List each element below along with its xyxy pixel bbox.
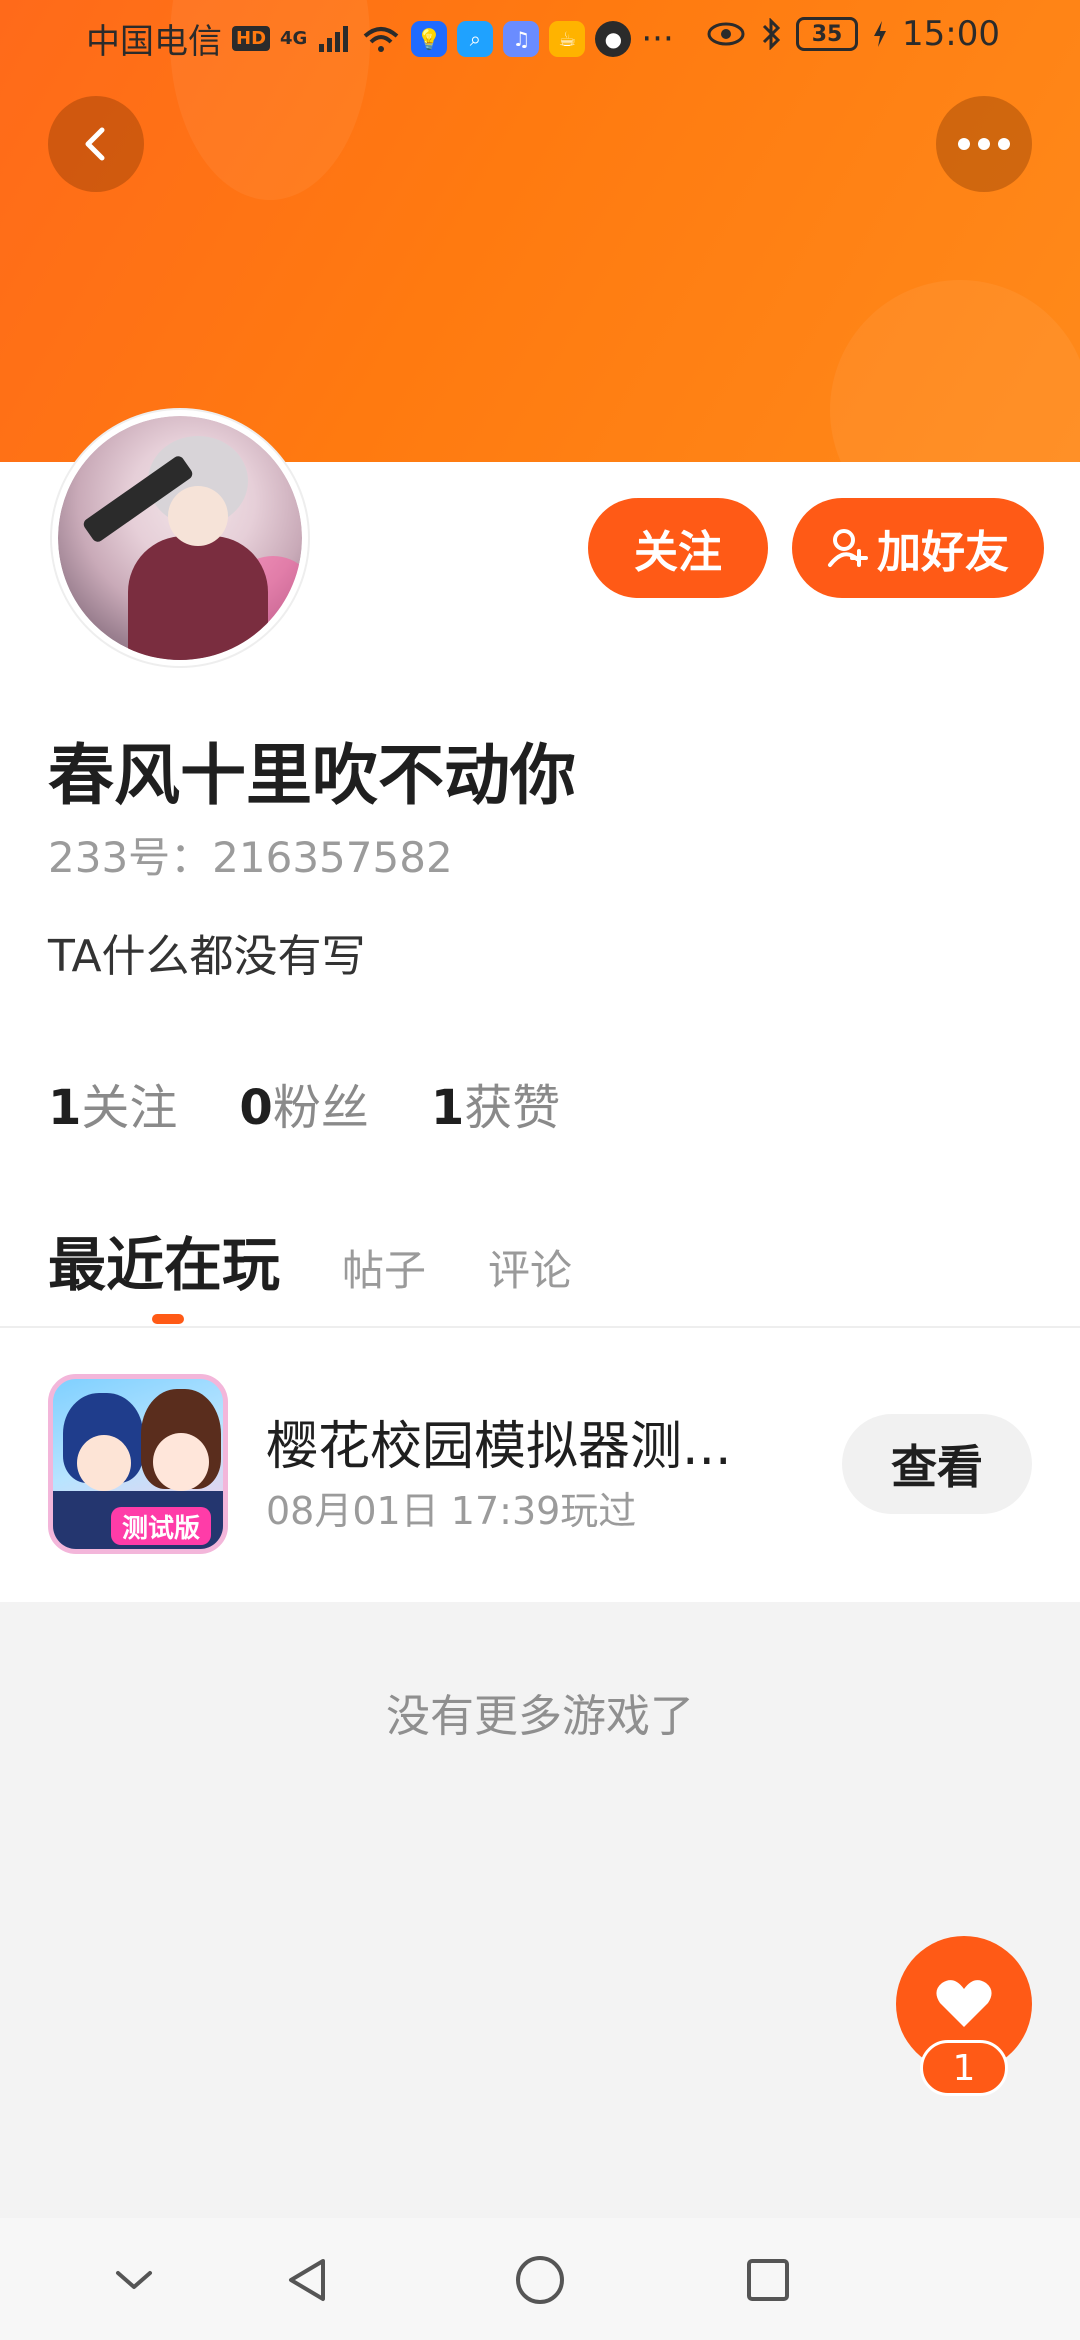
triangle-back-icon bbox=[289, 2259, 325, 2301]
bulb-app-icon: 💡 bbox=[411, 20, 448, 57]
more-notifications-icon: ··· bbox=[641, 18, 674, 59]
profile-tabs: 最近在玩 帖子 评论 bbox=[48, 1218, 572, 1302]
user-bio: TA什么都没有写 bbox=[48, 931, 366, 982]
test-version-badge: 测试版 bbox=[111, 1507, 211, 1545]
circle-home-icon bbox=[516, 2256, 564, 2304]
tab-indicator bbox=[152, 1314, 184, 1324]
eye-icon bbox=[707, 22, 745, 46]
tab-posts[interactable]: 帖子 bbox=[342, 1237, 426, 1298]
game-icon[interactable]: 测试版 bbox=[48, 1374, 228, 1554]
stat-followers[interactable]: 0粉丝 bbox=[239, 1068, 368, 1138]
stat-following[interactable]: 1关注 bbox=[48, 1068, 177, 1138]
music-app-icon: ♫ bbox=[503, 20, 540, 57]
signal-icon bbox=[319, 25, 349, 52]
avatar[interactable] bbox=[52, 410, 308, 666]
hide-keyboard-button[interactable] bbox=[102, 2248, 166, 2312]
nav-back-button[interactable] bbox=[276, 2248, 340, 2312]
banner-decoration bbox=[830, 280, 1080, 462]
add-friend-label: 加好友 bbox=[877, 527, 1009, 578]
system-nav-bar bbox=[0, 2218, 1080, 2340]
add-user-icon bbox=[828, 529, 868, 567]
more-options-button[interactable] bbox=[936, 96, 1032, 192]
nav-home-button[interactable] bbox=[508, 2248, 572, 2312]
view-game-button[interactable]: 查看 bbox=[842, 1414, 1032, 1514]
user-id: 233号：216357582 bbox=[48, 833, 453, 882]
tab-comments[interactable]: 评论 bbox=[488, 1237, 572, 1298]
cup-app-icon: ☕ bbox=[549, 20, 586, 57]
chevron-down-icon bbox=[116, 2271, 152, 2289]
heart-icon bbox=[936, 1980, 992, 2027]
nav-recents-button[interactable] bbox=[736, 2248, 800, 2312]
search-app-icon: ⌕ bbox=[457, 20, 494, 57]
carrier-label: 中国电信 bbox=[86, 22, 222, 62]
back-button[interactable] bbox=[48, 96, 144, 192]
chevron-left-icon bbox=[85, 127, 105, 161]
username: 春风十里吹不动你 bbox=[48, 737, 576, 814]
wifi-icon bbox=[364, 26, 399, 52]
network-label: 4G bbox=[280, 28, 308, 49]
like-count-badge: 1 bbox=[920, 2040, 1008, 2096]
game-title[interactable]: 樱花校园模拟器测... bbox=[266, 1404, 766, 1479]
battery-icon: 35 bbox=[796, 17, 859, 51]
follow-button[interactable]: 关注 bbox=[588, 498, 768, 598]
more-dots-icon bbox=[958, 138, 1010, 150]
add-friend-button[interactable]: 加好友 bbox=[792, 498, 1044, 598]
square-recents-icon bbox=[747, 2259, 789, 2301]
ball-app-icon: ● bbox=[595, 20, 632, 57]
divider bbox=[0, 1326, 1080, 1328]
stats-row: 1关注 0粉丝 1获赞 bbox=[48, 1068, 560, 1138]
game-played-time: 08月01日 17:39玩过 bbox=[266, 1489, 637, 1533]
avatar-image bbox=[58, 416, 302, 660]
bluetooth-icon bbox=[762, 18, 781, 50]
tab-recently-played[interactable]: 最近在玩 bbox=[48, 1218, 280, 1302]
stat-likes[interactable]: 1获赞 bbox=[431, 1068, 560, 1138]
clock: 15:00 bbox=[902, 14, 1000, 54]
hd-icon: HD bbox=[232, 26, 271, 51]
charging-icon bbox=[874, 21, 887, 47]
no-more-games-text: 没有更多游戏了 bbox=[386, 1691, 694, 1742]
status-bar: 中国电信 HD 4G 💡 ⌕ ♫ ☕ ● ··· 35 15:00 bbox=[0, 0, 1080, 72]
